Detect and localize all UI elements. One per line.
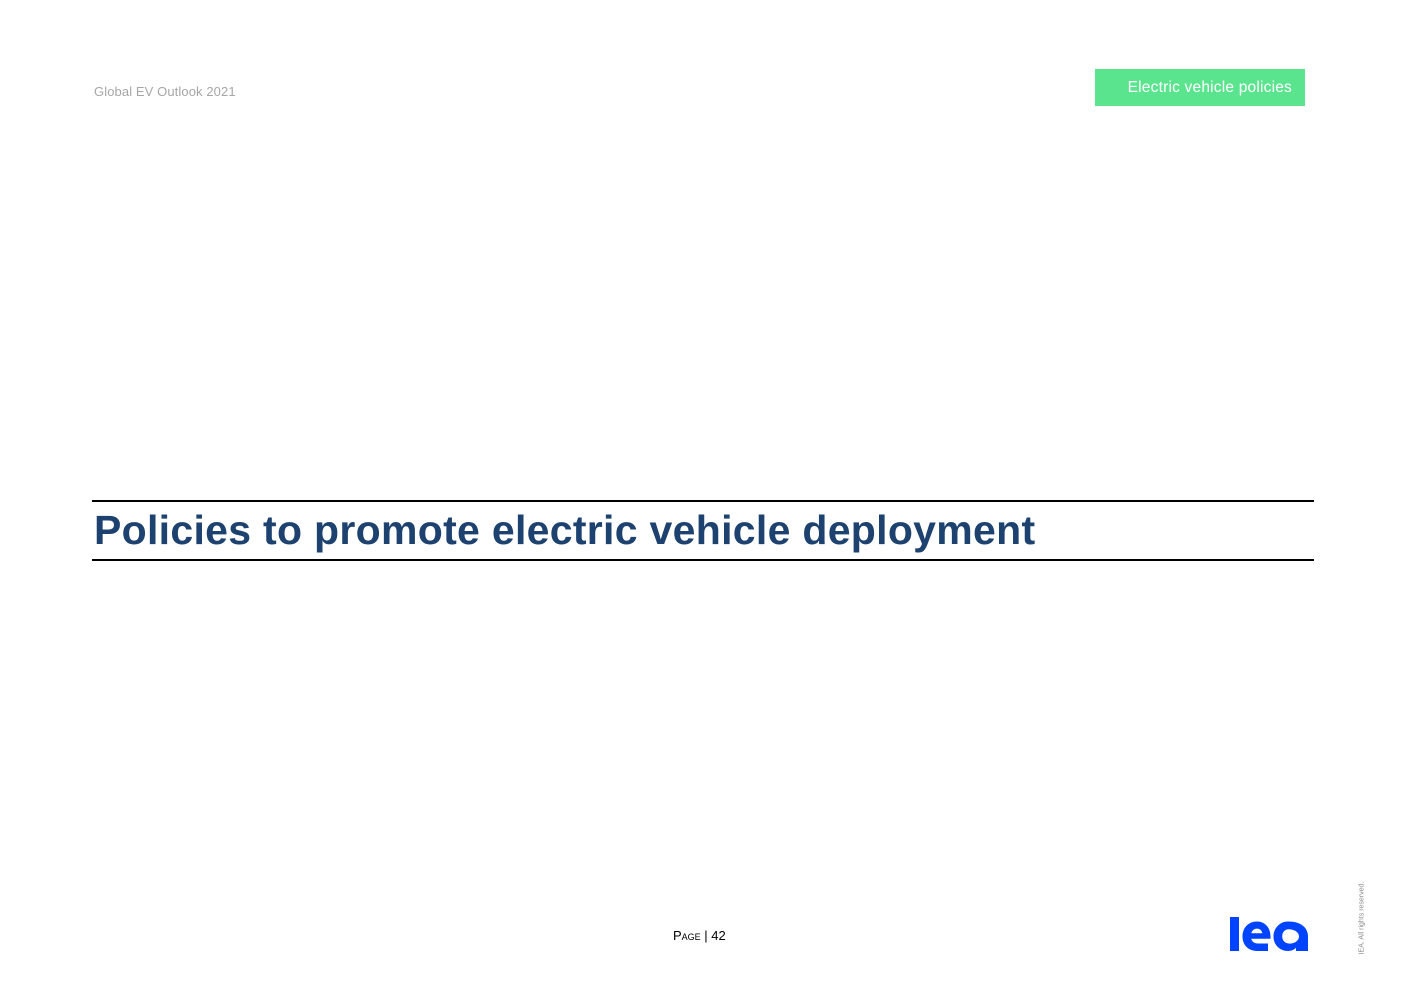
section-tag: Electric vehicle policies [1095,69,1305,106]
document-title: Global EV Outlook 2021 [94,84,236,99]
rights-note: IEA. All rights reserved. [1358,881,1366,955]
chapter-heading-block: Policies to promote electric vehicle dep… [92,500,1314,561]
page-number: Page | 42 [673,928,726,943]
iea-logo-icon [1230,917,1308,951]
page-separator: | [700,928,712,943]
iea-logo-mark [1230,917,1308,951]
chapter-title: Policies to promote electric vehicle dep… [94,507,1036,553]
document-page: { "header": { "document_title": "Global … [0,0,1403,992]
page-number-value: 42 [711,928,726,943]
page-label: Page [673,928,701,943]
